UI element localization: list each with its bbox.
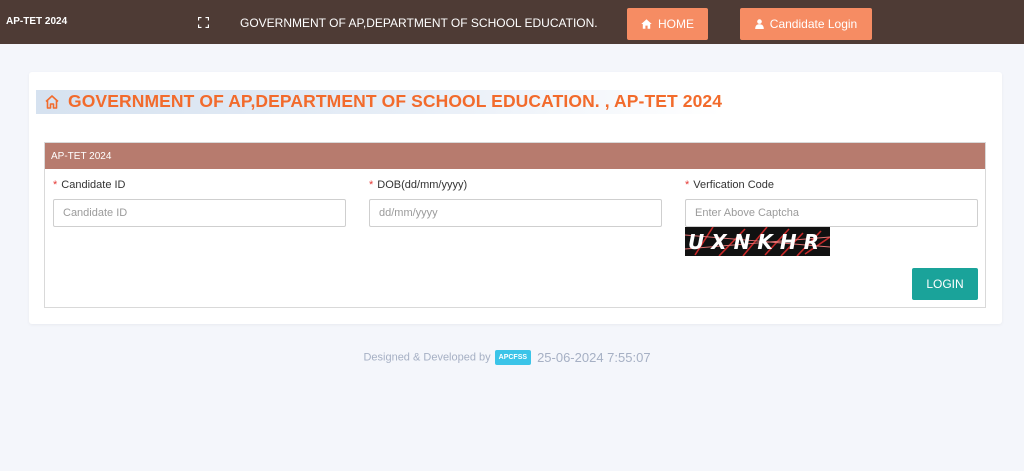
captcha-input[interactable] (685, 199, 978, 227)
dob-label-text: DOB(dd/mm/yyyy) (377, 179, 468, 191)
home-button-label: HOME (658, 17, 694, 31)
required-mark: * (685, 179, 690, 191)
required-mark: * (53, 179, 58, 191)
home-button[interactable]: HOME (627, 8, 708, 40)
verification-label-text: Verfication Code (693, 179, 774, 191)
designed-by-text: Designed & Developed by (363, 351, 491, 364)
footer: Designed & Developed by APCFSS 25-06-2024 … (0, 350, 1014, 365)
captcha-image: UXNKHR (685, 227, 830, 256)
expand-icon[interactable] (198, 17, 209, 28)
login-form-panel: AP-TET 2024 *Candidate ID *DOB(dd/mm/yyy… (44, 142, 986, 308)
user-icon (754, 19, 764, 29)
candidate-login-label: Candidate Login (769, 17, 858, 31)
candidate-login-button[interactable]: Candidate Login (740, 8, 872, 40)
dob-label: * DOB(dd/mm/yyyy) (369, 179, 467, 191)
brand-title: AP-TET 2024 (6, 16, 68, 27)
home-icon (641, 19, 652, 29)
verification-code-label: * Verfication Code (685, 179, 774, 191)
dob-input[interactable] (369, 199, 662, 227)
panel-title: AP-TET 2024 (45, 143, 985, 169)
candidate-id-input[interactable] (53, 199, 346, 227)
home-outline-icon (45, 95, 59, 109)
footer-datetime: 25-06-2024 7:55:07 (537, 350, 651, 365)
login-button[interactable]: LOGIN (912, 268, 978, 300)
candidate-id-label: * Candidate ID (53, 179, 126, 191)
page-heading: GOVERNMENT OF AP,DEPARTMENT OF SCHOOL ED… (36, 90, 722, 114)
top-navbar: AP-TET 2024 GOVERNMENT OF AP,DEPARTMENT … (0, 0, 1024, 44)
captcha-text: UXNKHR (688, 230, 826, 254)
page-title: GOVERNMENT OF AP,DEPARTMENT OF SCHOOL ED… (68, 91, 723, 111)
government-title: GOVERNMENT OF AP,DEPARTMENT OF SCHOOL ED… (240, 16, 598, 30)
required-mark: * (369, 179, 374, 191)
apcfss-badge: APCFSS (494, 350, 532, 365)
candidate-id-label-text: Candidate ID (61, 179, 126, 191)
